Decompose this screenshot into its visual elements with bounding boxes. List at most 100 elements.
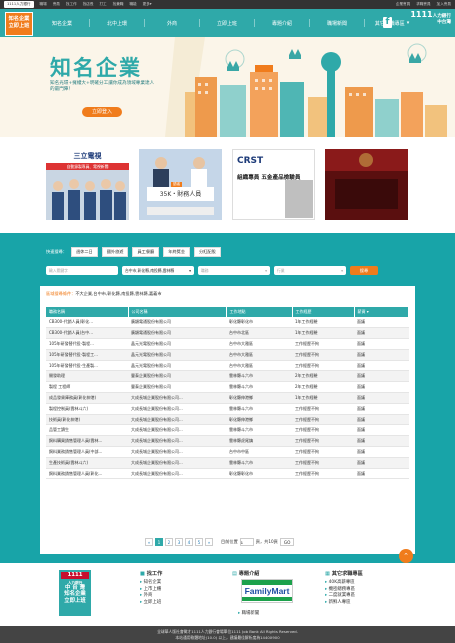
table-row[interactable]: CB300-代銷人員(彰化... 廣穎電通股份有限公司 彰化縣彰化市 1年工作經驗 面議 [46, 317, 409, 329]
filter-chip[interactable]: 員工餐廳 [132, 247, 160, 257]
page-button[interactable]: 3 [175, 538, 183, 546]
job-title-cell[interactable]: CB300-代銷人員(彰化... [46, 317, 128, 329]
company-card[interactable]: CRST 組織專員 五金產品檢驗員 [232, 149, 315, 220]
job-title-cell[interactable]: 飼料業務銷售管理人員(彰化... [46, 468, 128, 480]
table-row[interactable]: 製程控制員(雲林斗六) 大成長城企業股份有限公司... 雲林縣斗六市 工作經歷不拘 面議 [46, 403, 409, 415]
table-row[interactable]: 飼料業務銷售管理人員(中部... 大成長城企業股份有限公司... 台中市中區 工作經歷… [46, 446, 409, 458]
brand-logo-right[interactable]: 1111人力銀行 中台灣 [410, 11, 451, 25]
filter-chip[interactable]: 國外旅遊 [101, 247, 129, 257]
job-title-cell[interactable]: 技術員(彰化伸港) [46, 414, 128, 426]
company-card[interactable] [325, 149, 408, 220]
col-header-location[interactable]: 工作地點 [226, 307, 293, 317]
page-button[interactable]: 1 [155, 538, 163, 546]
page-number-input[interactable] [239, 538, 254, 546]
footer-link[interactable]: 立即上班 [140, 600, 162, 607]
page-button[interactable]: 5 [195, 538, 203, 546]
keyword-input[interactable]: 輸入關鍵字 [46, 266, 118, 275]
area-select[interactable]: 台中市,彰化縣,南投縣,雲林縣 ▾ [122, 266, 194, 275]
company-cell[interactable]: 豐泰企業股份有限公司 [128, 381, 226, 394]
table-row[interactable]: 105年研發替代役-製程... 晶元光電股份有限公司 台中市大雅區 工作經歷不拘 面議 [46, 338, 409, 350]
col-header-salary[interactable]: 薪資 ▾ [354, 307, 409, 317]
job-title-cell[interactable]: 105年研發替代役-製程工... [46, 349, 128, 361]
company-cell[interactable]: 大成長城企業股份有限公司... [128, 457, 226, 469]
category-select[interactable]: 職務 ▾ [198, 266, 270, 275]
table-row[interactable]: 成品發貨庫務員(彰化伸港) 大成長城企業股份有限公司... 彰化縣伸港鄉 1年工作經驗… [46, 392, 409, 404]
company-cell[interactable]: 廣穎電通股份有限公司 [128, 317, 226, 329]
company-cell[interactable]: 廣穎電通股份有限公司 [128, 327, 226, 340]
industry-select[interactable]: 行業 ▾ [274, 266, 346, 275]
footer-link[interactable]: 新鮮人專區 [325, 600, 363, 607]
table-row[interactable]: 105年研發替代役-生產製... 晶元光電股份有限公司 台中市大雅區 工作經歷不拘 面議 [46, 360, 409, 372]
job-title-cell[interactable]: 成品發貨庫務員(彰化伸港) [46, 392, 128, 404]
company-cell[interactable]: 晶元光電股份有限公司 [128, 349, 226, 361]
topbar-link[interactable]: 會員 [53, 2, 60, 7]
table-row[interactable]: 品管工讀生 大成長城企業股份有限公司... 雲林縣斗六市 工作經歷不拘 面議 [46, 424, 409, 437]
familymart-banner[interactable]: FamilyMart [241, 579, 293, 603]
nav-item-news[interactable]: 職場新聞 [310, 20, 364, 27]
company-cell[interactable]: 晶元光電股份有限公司 [128, 338, 226, 350]
topbar-link[interactable]: 找店長 [83, 2, 94, 7]
page-button[interactable]: 2 [165, 538, 173, 546]
table-row[interactable]: 開發助理 豐泰企業股份有限公司 雲林縣斗六市 2年工作經驗 面議 [46, 370, 409, 383]
job-title-cell[interactable]: 品管工讀生 [46, 424, 128, 437]
col-header-company[interactable]: 公司名稱 [128, 307, 227, 317]
filter-chip[interactable]: 週休二日 [70, 247, 98, 257]
job-title-cell[interactable]: 製程 工程師 [46, 381, 128, 394]
topbar-link[interactable]: 職能 [129, 2, 136, 7]
table-row[interactable]: 技術員(彰化伸港) 大成長城企業股份有限公司... 彰化縣伸港鄉 工作經歷不拘 面議 [46, 414, 409, 426]
company-cell[interactable]: 大成長城企業股份有限公司... [128, 468, 226, 480]
facebook-icon[interactable]: f [383, 17, 392, 28]
company-cell[interactable]: 大成長城企業股份有限公司... [128, 414, 226, 426]
job-title-cell[interactable]: 飼料購買銷售管理人員(雲林... [46, 435, 128, 448]
company-cell[interactable]: 大成長城企業股份有限公司... [128, 392, 226, 404]
job-title-cell[interactable]: 飼料業務銷售管理人員(中部... [46, 446, 128, 458]
topbar-link[interactable]: 職場 [40, 2, 47, 7]
company-cell[interactable]: 大成長城企業股份有限公司... [128, 435, 226, 448]
table-row[interactable]: 105年研發替代役-製程工... 晶元光電股份有限公司 台中市大雅區 工作經歷不拘 面議 [46, 349, 409, 361]
company-card[interactable]: 35K・財務人員 讀者 [139, 149, 222, 220]
nav-item-topics[interactable]: 專題介紹 [255, 20, 309, 27]
company-cell[interactable]: 大成長城企業股份有限公司... [128, 446, 226, 458]
footer-link[interactable]: 知名企業 [140, 580, 162, 587]
nav-item-listed[interactable]: 北中上環 [90, 20, 144, 27]
table-row[interactable]: 飼料業務銷售管理人員(彰化... 大成長城企業股份有限公司... 彰化縣彰化市 工作經… [46, 468, 409, 480]
signup-link[interactable]: 加入會員 [437, 2, 451, 7]
footer-logo[interactable]: 1111 人力銀行 中 台 灣 知名企業 立即上班 [59, 570, 91, 616]
filter-chip[interactable]: 年終獎金 [163, 247, 191, 257]
jobseeker-login-link[interactable]: 求職會員 [416, 2, 430, 7]
nav-item-foreign[interactable]: 外商 [145, 20, 199, 27]
hero-login-button[interactable]: 立即登入 [82, 107, 122, 117]
col-header-experience[interactable]: 工作經歷 [292, 307, 355, 317]
job-title-cell[interactable]: 開發助理 [46, 370, 128, 383]
col-header-title[interactable]: 職務名稱 [46, 307, 129, 317]
topbar-link[interactable]: 打工 [99, 2, 106, 7]
footer-link[interactable]: 職場新聞 [238, 611, 260, 618]
site-logo[interactable]: 知名企業 立即上班 [5, 12, 33, 36]
topbar-link[interactable]: 找兼職 [113, 2, 124, 7]
filter-chip[interactable]: 分紅配股 [194, 247, 221, 257]
job-title-cell[interactable]: 生產技術員(雲林斗六) [46, 457, 128, 469]
page-button[interactable]: 4 [185, 538, 193, 546]
company-cell[interactable]: 豐泰企業股份有限公司 [128, 370, 226, 383]
company-card[interactable]: 三立電視 自動錄製專員、電視新聞 [46, 149, 129, 220]
job-title-cell[interactable]: CB300-代銷人員(台中... [46, 327, 128, 340]
table-row[interactable]: 生產技術員(雲林斗六) 大成長城企業股份有限公司... 雲林縣斗六市 工作經歷不拘 面議 [46, 457, 409, 469]
company-cell[interactable]: 大成長城企業股份有限公司... [128, 403, 226, 415]
topbar-link-home[interactable]: 1111人力銀行 [4, 1, 34, 8]
nav-item-immediate[interactable]: 立即上班 [200, 20, 254, 27]
job-title-cell[interactable]: 105年研發替代役-生產製... [46, 360, 128, 372]
employer-login-link[interactable]: 企業會員 [396, 2, 410, 7]
table-row[interactable]: 飼料購買銷售管理人員(雲林... 大成長城企業股份有限公司... 雲林縣虎尾鎮 工作經… [46, 435, 409, 448]
table-row[interactable]: 製程 工程師 豐泰企業股份有限公司 雲林縣斗六市 2年工作經驗 面議 [46, 381, 409, 394]
company-cell[interactable]: 晶元光電股份有限公司 [128, 360, 226, 372]
topbar-link[interactable]: 找工作 [66, 2, 77, 7]
nav-item-famous[interactable]: 知名企業 [35, 20, 89, 27]
table-row[interactable]: CB300-代銷人員(台中... 廣穎電通股份有限公司 台中市北區 1年工作經驗 面議 [46, 327, 409, 340]
job-title-cell[interactable]: 105年研發替代役-製程... [46, 338, 128, 350]
search-button[interactable]: 搜尋 [350, 266, 378, 275]
next-page-button[interactable]: » [205, 538, 213, 546]
topbar-link-more[interactable]: 更多▾ [143, 2, 152, 7]
company-cell[interactable]: 大成長城企業股份有限公司... [128, 424, 226, 437]
go-button[interactable]: GO [279, 538, 295, 546]
job-title-cell[interactable]: 製程控制員(雲林斗六) [46, 403, 128, 415]
